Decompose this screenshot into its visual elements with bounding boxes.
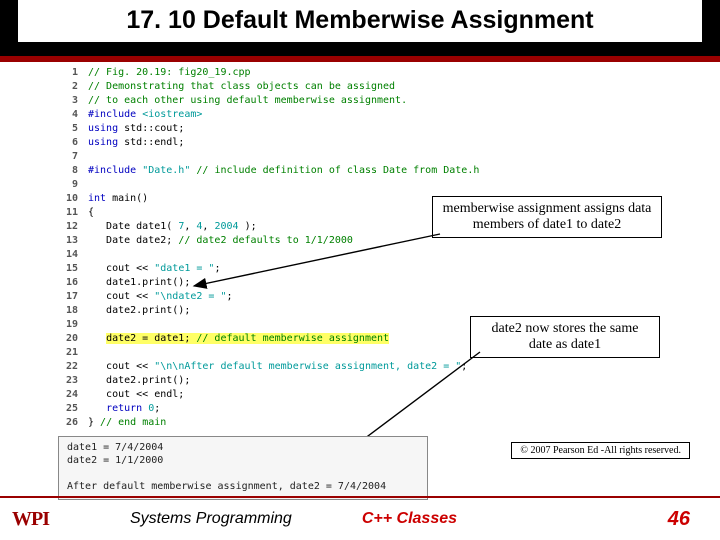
code-line: 25 return 0; <box>58 402 608 416</box>
code-line: 22 cout << "\n\nAfter default memberwise… <box>58 360 608 374</box>
callout-date2-result: date2 now stores the same date as date1 <box>470 316 660 358</box>
code-line: 3// to each other using default memberwi… <box>58 94 608 108</box>
callout-memberwise-assignment: memberwise assignment assigns data membe… <box>432 196 662 238</box>
output-line: After default memberwise assignment, dat… <box>67 480 419 493</box>
output-line: date1 = 7/4/2004 <box>67 441 419 454</box>
code-line: 2// Demonstrating that class objects can… <box>58 80 608 94</box>
footer-page-number: 46 <box>668 508 690 531</box>
slide-title: 17. 10 Default Memberwise Assignment <box>18 0 702 42</box>
code-line: 23 date2.print(); <box>58 374 608 388</box>
code-line: 7 <box>58 150 608 164</box>
code-line: 8#include "Date.h" // include definition… <box>58 164 608 178</box>
code-line: 1// Fig. 20.19: fig20_19.cpp <box>58 66 608 80</box>
footer-topic: C++ Classes <box>362 510 457 528</box>
code-line: 5using std::cout; <box>58 122 608 136</box>
code-line: 16 date1.print(); <box>58 276 608 290</box>
output-line <box>67 467 419 480</box>
wpi-logo: WPI <box>12 505 70 533</box>
code-line: 6using std::endl; <box>58 136 608 150</box>
slide-header: 17. 10 Default Memberwise Assignment <box>0 0 720 56</box>
copyright-notice: © 2007 Pearson Ed -All rights reserved. <box>511 442 690 459</box>
program-output: date1 = 7/4/2004 date2 = 1/1/2000 After … <box>58 436 428 500</box>
slide-footer: WPI Systems Programming C++ Classes 46 <box>0 496 720 540</box>
code-line: 15 cout << "date1 = "; <box>58 262 608 276</box>
code-line: 14 <box>58 248 608 262</box>
code-line: 24 cout << endl; <box>58 388 608 402</box>
code-line: 9 <box>58 178 608 192</box>
code-line: 26} // end main <box>58 416 608 430</box>
output-line: date2 = 1/1/2000 <box>67 454 419 467</box>
code-line: 4#include <iostream> <box>58 108 608 122</box>
footer-course: Systems Programming <box>130 510 292 528</box>
header-red-bar <box>0 56 720 62</box>
code-listing: 1// Fig. 20.19: fig20_19.cpp2// Demonstr… <box>58 66 608 430</box>
code-line: 17 cout << "\ndate2 = "; <box>58 290 608 304</box>
